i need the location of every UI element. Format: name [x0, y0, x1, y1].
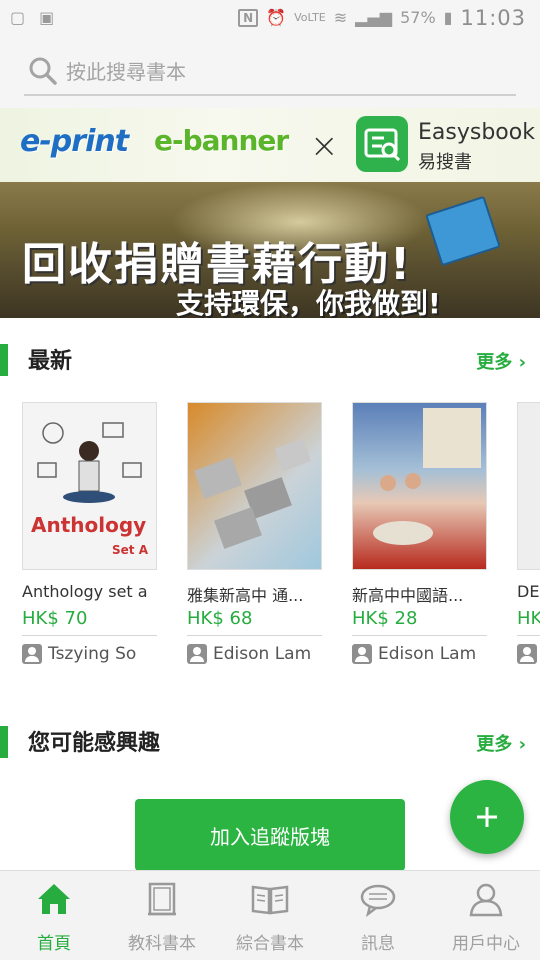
book-cover-art — [373, 408, 481, 545]
book-title: DE — [517, 582, 540, 601]
book-card[interactable]: 新高中中國語... HK$ 28 Edison Lam — [352, 402, 487, 672]
banner-subline: 支持環保，你我做到! — [176, 287, 441, 318]
nfc-icon: N — [238, 9, 259, 27]
book-card[interactable]: 雅集新高中 通... HK$ 68 Edison Lam — [187, 402, 322, 672]
user-icon — [469, 883, 503, 917]
home-icon — [38, 884, 70, 914]
book-title: 新高中中國語... — [352, 586, 464, 605]
nav-label: 用戶中心 — [452, 934, 520, 954]
volte-icon: VoLTE — [294, 11, 326, 24]
interest-more-link[interactable]: 更多 › — [476, 730, 526, 756]
nav-item-user-center[interactable]: 用戶中心 — [432, 871, 540, 960]
divider — [352, 635, 487, 636]
plus-icon — [477, 807, 497, 827]
avatar-icon — [352, 644, 372, 664]
book-cover[interactable] — [352, 402, 487, 570]
latest-section-header: 最新 更多 › — [0, 340, 540, 380]
avatar-icon — [22, 644, 42, 664]
seller-name: Tszying So — [48, 644, 137, 664]
nav-item-messages[interactable]: 訊息 — [324, 871, 432, 960]
clock: 11:03 — [460, 6, 526, 30]
book-price: HK — [517, 608, 540, 629]
book-price: HK$ 68 — [187, 608, 253, 629]
nav-label: 綜合書本 — [236, 934, 304, 954]
ebanner-logo: e-banner — [154, 124, 289, 157]
battery-icon: ▮ — [443, 8, 453, 27]
book-seller[interactable] — [517, 644, 537, 664]
easysbook-logo-icon — [356, 116, 408, 172]
bottom-nav: 首頁 教科書本 綜合書本 訊息 用戶中心 — [0, 870, 540, 960]
section-accent-bar — [0, 344, 8, 376]
easysbook-brand: Easysbook — [418, 120, 535, 145]
divider — [187, 635, 322, 636]
divider — [517, 635, 540, 636]
status-bar: ▢ ▣ N ⏰ VoLTE ≋ ▂▄▆ 57% ▮ 11:03 — [0, 0, 540, 38]
textbook-icon — [148, 882, 176, 916]
image-icon: ▣ — [39, 8, 55, 27]
divider — [22, 635, 157, 636]
book-title: Anthology set a — [22, 582, 148, 601]
book-cover[interactable] — [517, 402, 540, 570]
promo-banner[interactable]: e-print e-banner × Easysbook 易搜書 回收捐贈書藉行… — [0, 108, 540, 318]
book-price: HK$ 70 — [22, 608, 88, 629]
alarm-icon: ⏰ — [266, 8, 287, 27]
latest-more-link[interactable]: 更多 › — [476, 348, 526, 374]
status-left: ▢ ▣ — [10, 6, 54, 30]
seller-name: Edison Lam — [213, 644, 312, 664]
notification-icon: ▢ — [10, 8, 26, 27]
book-cover-title: Anthology — [31, 513, 147, 537]
interest-title: 您可能感興趣 — [28, 731, 161, 756]
book-card[interactable]: DE HK — [517, 402, 540, 672]
chat-icon — [360, 884, 396, 918]
nav-label: 首頁 — [37, 934, 71, 954]
nav-label: 教科書本 — [128, 934, 196, 954]
search-icon — [28, 56, 60, 88]
book-cover-art — [194, 438, 312, 549]
seller-name: Edison Lam — [378, 644, 477, 664]
banner-cross: × — [310, 126, 339, 166]
avatar-icon — [187, 644, 207, 664]
book-cover[interactable]: Anthology Set A — [22, 402, 157, 570]
easysbook-brand-sub: 易搜書 — [418, 152, 472, 173]
add-track-button[interactable]: 加入追蹤版塊 — [135, 799, 405, 871]
avatar-icon — [517, 644, 537, 664]
latest-books-row[interactable]: Anthology Set A Anthology set a HK$ 70 T… — [0, 402, 540, 672]
battery-level: 57% — [400, 8, 436, 27]
book-card[interactable]: Anthology Set A Anthology set a HK$ 70 T… — [22, 402, 157, 672]
nav-item-home[interactable]: 首頁 — [0, 871, 108, 960]
book-cover[interactable] — [187, 402, 322, 570]
search-input[interactable] — [66, 60, 486, 84]
nav-item-textbooks[interactable]: 教科書本 — [108, 871, 216, 960]
banner-logo-strip: e-print e-banner × Easysbook 易搜書 — [0, 108, 540, 182]
wifi-icon: ≋ — [333, 8, 348, 27]
search-area — [0, 38, 540, 108]
book-title: 雅集新高中 通... — [187, 586, 304, 605]
status-right: N ⏰ VoLTE ≋ ▂▄▆ 57% ▮ 11:03 — [238, 6, 526, 30]
signal-icon: ▂▄▆ — [355, 8, 393, 27]
eprint-logo: e-print — [20, 124, 129, 159]
book-cover-subtitle: Set A — [112, 543, 148, 557]
search-field[interactable] — [24, 50, 516, 96]
section-accent-bar — [0, 726, 8, 758]
interest-section-header: 您可能感興趣 更多 › — [0, 722, 540, 762]
book-price: HK$ 28 — [352, 608, 418, 629]
latest-title: 最新 — [28, 349, 73, 374]
open-book-icon — [251, 885, 289, 915]
book-seller[interactable]: Tszying So — [22, 644, 136, 664]
book-seller[interactable]: Edison Lam — [187, 644, 311, 664]
add-fab-button[interactable] — [450, 780, 524, 854]
nav-label: 訊息 — [361, 934, 395, 954]
nav-item-general-books[interactable]: 綜合書本 — [216, 871, 324, 960]
book-seller[interactable]: Edison Lam — [352, 644, 476, 664]
